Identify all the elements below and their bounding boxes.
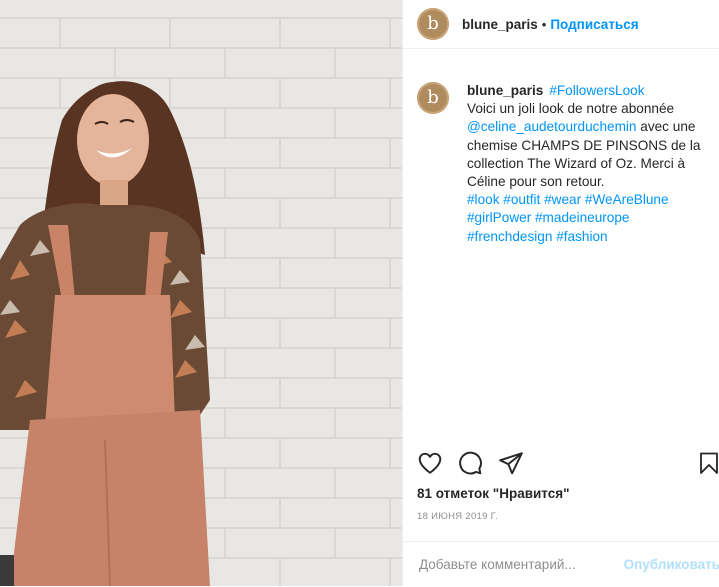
hashtag-link[interactable]: #outfit (503, 192, 540, 207)
bookmark-icon[interactable] (697, 450, 719, 476)
hashtag-link[interactable]: #look (467, 192, 500, 207)
brand-logo-glyph: b (427, 87, 439, 108)
hashtag-link[interactable]: #wear (544, 192, 581, 207)
comment-input[interactable] (417, 556, 621, 573)
paper-plane-icon[interactable] (498, 450, 524, 476)
post-header: b blune_paris • Подписаться (403, 0, 719, 49)
add-comment-bar: Опубликовать (403, 541, 719, 587)
hashtag-link[interactable]: #madeineurope (535, 210, 629, 225)
comment-bubble-icon[interactable] (457, 450, 483, 476)
header-username[interactable]: blune_paris (462, 17, 538, 32)
mention-link[interactable]: @celine_audetourduchemin (467, 119, 636, 134)
heart-icon[interactable] (417, 450, 443, 476)
post-date[interactable]: 18 ИЮНЯ 2019 Г. (417, 511, 498, 522)
caption-line: Voici un joli look de notre abonnée (467, 101, 675, 117)
caption-username[interactable]: blune_paris (467, 83, 543, 98)
caption-text: blune_paris #FollowersLook Voici un joli … (467, 82, 717, 246)
hashtag-link[interactable]: #fashion (556, 229, 607, 244)
follow-button[interactable]: Подписаться (550, 17, 638, 32)
hashtag-link[interactable]: #girlPower (467, 210, 531, 225)
brand-logo-glyph: b (427, 13, 439, 34)
hashtag-link[interactable]: #WeAreBlune (585, 192, 669, 207)
hashtag-link[interactable]: #FollowersLook (549, 83, 644, 98)
caption-comment: b blune_paris #FollowersLook Voici un jol… (417, 82, 717, 246)
hashtag-link[interactable]: #frenchdesign (467, 229, 552, 244)
likes-count[interactable]: 81 отметок "Нравится" (417, 486, 570, 501)
post-sidebar: b blune_paris • Подписаться b blune_pari… (402, 0, 719, 586)
avatar[interactable]: b (417, 8, 449, 40)
photo-woman-overalls (0, 0, 402, 586)
post-photo (0, 0, 402, 586)
caption-avatar[interactable]: b (417, 82, 449, 114)
action-bar (417, 450, 719, 478)
separator-dot: • (541, 16, 547, 32)
publish-button[interactable]: Опубликовать (624, 557, 719, 572)
